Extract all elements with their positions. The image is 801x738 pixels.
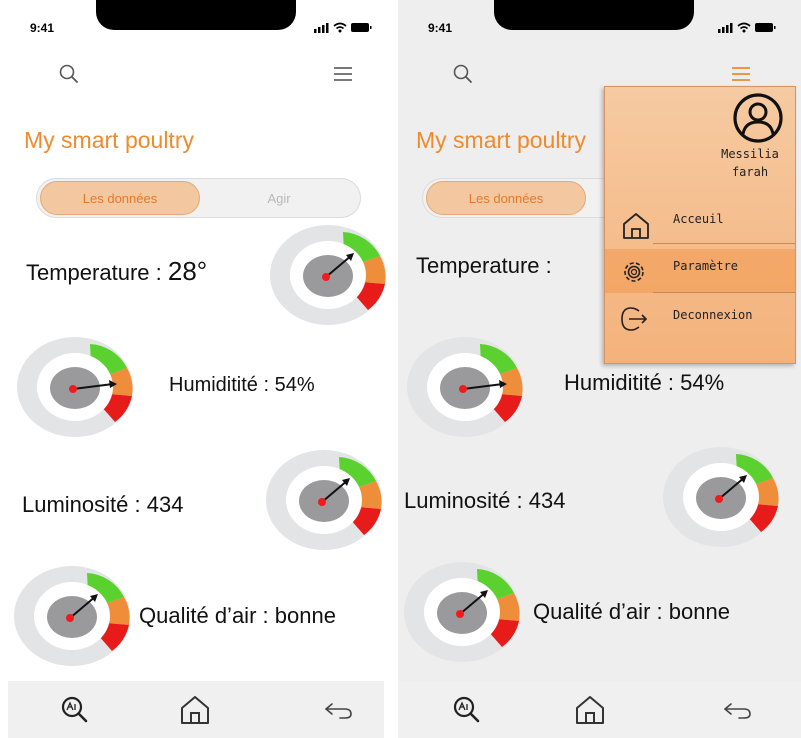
air-quality-label: Qualité d’air :	[533, 599, 663, 624]
search-magnifier-icon[interactable]	[450, 693, 484, 727]
air-quality-value: bonne	[668, 599, 730, 624]
luminosity-value: 434	[528, 488, 566, 513]
divider	[653, 292, 795, 293]
search-icon[interactable]	[58, 63, 80, 85]
back-arrow-icon[interactable]	[720, 693, 754, 727]
logout-icon	[621, 307, 648, 331]
gear-icon	[624, 262, 644, 282]
metric-luminosity: Luminosité : 434	[404, 488, 565, 514]
metric-humidity: Humiditité : 54%	[169, 374, 315, 397]
temperature-gauge	[268, 222, 392, 328]
metric-temperature: Temperature :	[416, 253, 552, 279]
user-name-first: Messilia	[721, 147, 779, 161]
status-icons	[314, 22, 372, 33]
home-icon[interactable]	[573, 693, 607, 727]
drawer-item-parametre[interactable]: Paramètre	[605, 249, 795, 293]
screen-data-view: 9:41 My smart poultry Les données Agir T…	[0, 0, 392, 738]
phone-notch	[494, 0, 694, 30]
page-title: My smart poultry	[24, 127, 194, 153]
air-quality-value: bonne	[274, 603, 336, 628]
divider	[653, 243, 795, 244]
home-icon[interactable]	[178, 693, 212, 727]
luminosity-value: 434	[146, 492, 184, 517]
air-quality-label: Qualité d’air :	[139, 603, 269, 628]
home-icon	[623, 213, 649, 239]
drawer-item-label: Acceuil	[673, 212, 724, 226]
drawer-item-label: Paramètre	[673, 259, 739, 273]
luminosity-gauge	[661, 444, 789, 550]
temperature-value: 28°	[167, 256, 208, 286]
tab-les-donnees[interactable]: Les données	[40, 181, 200, 215]
tab-switcher: Les données Agir	[36, 178, 361, 218]
side-drawer-menu: Messilia farah Acceuil Paramètre Deconne…	[604, 86, 796, 364]
air-quality-gauge	[402, 559, 530, 665]
status-time: 9:41	[428, 21, 453, 35]
tab-les-donnees[interactable]: Les données	[426, 181, 586, 215]
humidity-label: Humiditité :	[564, 370, 675, 395]
humidity-label: Humiditité :	[169, 374, 270, 396]
luminosity-gauge	[264, 447, 392, 553]
menu-icon-active[interactable]	[730, 66, 752, 82]
air-quality-gauge	[12, 563, 140, 669]
temperature-label: Temperature :	[416, 253, 552, 278]
bottom-nav	[398, 681, 801, 738]
drawer-item-accueil[interactable]: Acceuil	[605, 201, 795, 245]
luminosity-label: Luminosité :	[404, 488, 523, 513]
user-avatar-icon	[733, 93, 783, 143]
status-icons	[718, 22, 776, 33]
search-icon[interactable]	[452, 63, 474, 85]
tab-agir[interactable]: Agir	[204, 181, 354, 215]
metric-air-quality: Qualité d’air : bonne	[139, 603, 336, 629]
humidity-gauge	[405, 334, 533, 440]
back-arrow-icon[interactable]	[321, 693, 355, 727]
menu-icon[interactable]	[332, 66, 354, 82]
drawer-item-label: Deconnexion	[673, 308, 753, 322]
search-magnifier-icon[interactable]	[58, 693, 92, 727]
drawer-item-deconnexion[interactable]: Deconnexion	[605, 297, 795, 341]
humidity-value: 54%	[274, 374, 315, 396]
metric-luminosity: Luminosité : 434	[22, 492, 183, 518]
user-name-last: farah	[731, 165, 769, 179]
humidity-value: 54%	[680, 370, 725, 395]
metric-humidity: Humiditité : 54%	[564, 370, 724, 396]
luminosity-label: Luminosité :	[22, 492, 141, 517]
phone-notch	[96, 0, 296, 30]
humidity-gauge	[15, 334, 143, 440]
temperature-label: Temperature :	[26, 260, 162, 285]
page-title: My smart poultry	[416, 127, 586, 153]
bottom-nav	[8, 681, 384, 738]
metric-temperature: Temperature : 28°	[26, 256, 207, 287]
status-time: 9:41	[30, 21, 55, 35]
metric-air-quality: Qualité d’air : bonne	[533, 599, 730, 625]
